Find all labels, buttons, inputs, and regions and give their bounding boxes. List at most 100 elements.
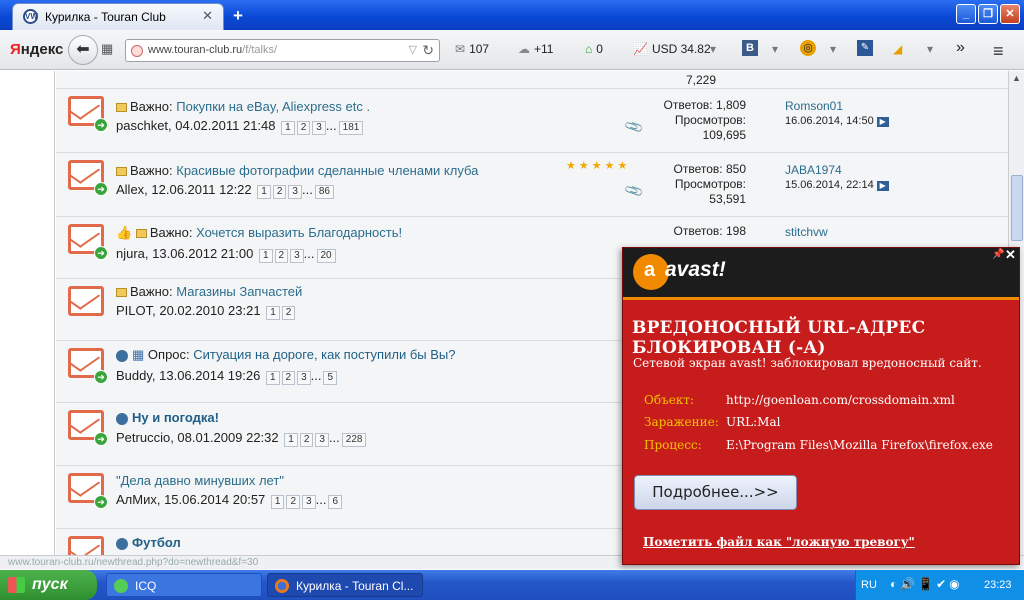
start-label: пуск — [32, 576, 68, 593]
page-link[interactable]: 2 — [281, 306, 296, 320]
page-link[interactable]: 3 — [288, 185, 302, 199]
mail-widget[interactable]: ✉ 107 — [455, 42, 489, 56]
tabs-overview-icon[interactable]: ▦ — [101, 41, 113, 57]
page-link[interactable]: 1 — [265, 371, 280, 385]
page-link[interactable]: 20 — [316, 249, 336, 263]
page-link[interactable]: 2 — [281, 371, 296, 385]
views-count: 7,229 — [686, 73, 717, 87]
ok-icon[interactable]: ◎ — [800, 40, 816, 56]
page-link[interactable]: 2 — [286, 495, 301, 509]
signal-icon[interactable]: ◢ — [893, 42, 902, 56]
thread-prefix: Важно: — [130, 163, 173, 178]
go-to-new-icon[interactable]: ➜ — [94, 118, 108, 132]
go-to-last-post-icon[interactable]: ▶ — [876, 117, 889, 127]
last-post: Romson01 16.06.2014, 14:50 ▶ — [785, 99, 889, 129]
thread-title-link[interactable]: Красивые фотографии сделанные членами кл… — [176, 163, 478, 178]
weather-widget[interactable]: ☁ +11 — [518, 42, 553, 56]
scrollbar-thumb[interactable] — [1011, 175, 1023, 241]
thread-title-link[interactable]: Покупки на eBay, Aliexpress etc . — [176, 99, 370, 114]
page-link[interactable]: 3 — [315, 433, 329, 447]
taskbar-item-icq[interactable]: ICQ — [106, 573, 262, 597]
thread-meta: PILOT, 20.02.2010 23:21 12 — [116, 303, 296, 320]
page-link[interactable]: 86 — [314, 185, 334, 199]
scroll-up-icon[interactable]: ▲ — [1012, 73, 1021, 83]
page-link[interactable]: 1 — [257, 185, 271, 199]
maximize-button[interactable]: ❐ — [978, 4, 998, 24]
currency-dropdown-icon[interactable]: ▾ — [710, 42, 716, 56]
vk-icon[interactable]: В — [742, 40, 758, 56]
thread-meta: njura, 13.06.2012 21:00 1 2 3... 20 — [116, 246, 336, 263]
thread-title-line: Футбол — [116, 535, 181, 550]
page-link[interactable]: 2 — [296, 121, 311, 135]
vk-dropdown-icon[interactable]: ▾ — [772, 42, 778, 56]
left-gutter — [0, 71, 55, 555]
taskbar-item-firefox[interactable]: Курилка - Touran Cl... — [267, 573, 423, 597]
go-to-new-icon[interactable]: ➜ — [94, 182, 108, 196]
site-identity-icon[interactable] — [131, 45, 143, 57]
start-button[interactable]: пуск — [0, 570, 97, 600]
page-link[interactable]: 1 — [258, 249, 273, 263]
pin-icon[interactable]: 📌 — [992, 249, 1004, 260]
signal-dropdown-icon[interactable]: ▾ — [927, 42, 933, 56]
currency-widget[interactable]: 📈 USD 34.82 — [633, 42, 711, 56]
more-details-button[interactable]: Подробнее...>> — [634, 475, 797, 510]
page-link[interactable]: 5 — [323, 371, 338, 385]
go-to-new-icon[interactable]: ➜ — [94, 246, 108, 260]
page-link[interactable]: 3 — [297, 371, 311, 385]
last-post-user[interactable]: stitchvw — [785, 225, 828, 240]
system-tray: RU ◐🔊📱✔◉ 23:23 — [855, 570, 1024, 600]
more-tools-button[interactable]: » — [956, 39, 965, 57]
thread-title-link[interactable]: Футбол — [132, 535, 181, 550]
address-bar[interactable]: www.touran-club.ru/f/talks/ ▽ ↻ — [125, 39, 440, 62]
page-link[interactable]: 1 — [281, 121, 295, 135]
yandex-logo[interactable]: Яндекс — [10, 41, 63, 58]
page-link[interactable]: 3 — [290, 249, 304, 263]
page-ellipsis: ... — [301, 182, 313, 197]
thread-title-link[interactable]: "Дела давно минувших лет" — [116, 473, 284, 488]
pen-icon[interactable]: ✎ — [857, 40, 873, 56]
page-link[interactable]: 228 — [341, 433, 367, 447]
reload-icon[interactable]: ↻ — [422, 42, 434, 59]
thumbs-up-icon: 👍 — [116, 225, 133, 240]
thread-title-link[interactable]: Ситуация на дороге, как поступили бы Вы? — [193, 347, 455, 362]
thread-title-link[interactable]: Ну и погодка! — [132, 410, 219, 425]
url-text: www.touran-club.ru/f/talks/ — [148, 44, 277, 56]
go-to-new-icon[interactable]: ➜ — [94, 432, 108, 446]
page-link[interactable]: 2 — [272, 185, 287, 199]
page-link[interactable]: 2 — [274, 249, 289, 263]
page-link[interactable]: 3 — [312, 121, 326, 135]
tab-close-icon[interactable]: ✕ — [202, 8, 213, 24]
ok-dropdown-icon[interactable]: ▾ — [830, 42, 836, 56]
thread-title-link[interactable]: Хочется выразить Благодарность! — [196, 225, 402, 240]
close-window-button[interactable]: ✕ — [1000, 4, 1020, 24]
thread-title-link[interactable]: Магазины Запчастей — [176, 284, 302, 299]
page-link[interactable]: 6 — [328, 495, 342, 509]
notifications-widget[interactable]: ⌂ 0 — [585, 42, 603, 56]
back-button[interactable]: ⬅ — [68, 35, 98, 65]
go-to-last-post-icon[interactable]: ▶ — [876, 181, 889, 191]
false-alarm-link[interactable]: Пометить файл как "ложную тревогу" — [643, 535, 915, 549]
go-to-new-icon[interactable]: ➜ — [94, 370, 108, 384]
page-link[interactable]: 1 — [284, 433, 298, 447]
thread-meta: Petruccio, 08.01.2009 22:32 1 2 3... 228 — [116, 430, 367, 447]
browser-tab[interactable]: VW Курилка - Touran Club ✕ — [12, 3, 224, 30]
browser-menu-button[interactable]: ≡ — [993, 41, 1004, 62]
page-link[interactable]: 3 — [302, 495, 316, 509]
thread-author-date: njura, 13.06.2012 21:00 — [116, 246, 254, 261]
go-to-new-icon[interactable]: ➜ — [94, 495, 108, 509]
tray-icons[interactable]: ◐🔊📱✔◉ — [890, 577, 963, 591]
minimize-button[interactable]: _ — [956, 4, 976, 24]
new-tab-button[interactable]: + — [233, 6, 243, 26]
page-link[interactable]: 1 — [266, 306, 280, 320]
thread-prefix: Важно: — [149, 225, 193, 240]
last-post-user[interactable]: JABA1974 — [785, 163, 889, 178]
page-link[interactable]: 1 — [270, 495, 285, 509]
page-link[interactable]: 181 — [338, 121, 364, 135]
page-ellipsis: ... — [315, 492, 327, 507]
page-link[interactable]: 2 — [299, 433, 314, 447]
url-dropdown-icon[interactable]: ▽ — [409, 43, 417, 56]
last-post-user[interactable]: Romson01 — [785, 99, 889, 114]
popup-close-icon[interactable]: ✕ — [1005, 247, 1016, 263]
language-indicator[interactable]: RU — [861, 579, 877, 591]
thread-stats: Ответов: 1,809 Просмотров: 109,695 — [646, 98, 746, 143]
